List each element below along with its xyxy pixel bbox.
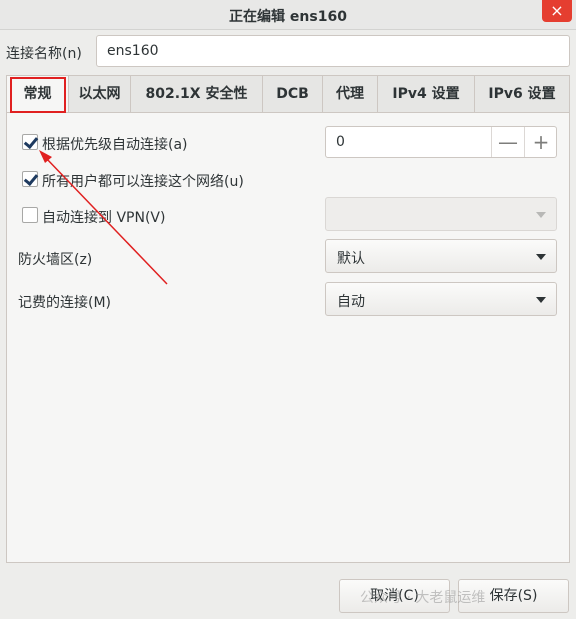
priority-value: 0: [336, 134, 345, 150]
tab-ethernet[interactable]: 以太网: [69, 76, 131, 112]
all-users-label: 所有用户都可以连接这个网络(u): [42, 174, 244, 190]
chevron-down-icon: [536, 254, 546, 260]
auto-connect-label: 根据优先级自动连接(a): [42, 137, 188, 153]
auto-vpn-label: 自动连接到 VPN(V): [42, 210, 166, 226]
tab-proxy[interactable]: 代理: [323, 76, 378, 112]
chevron-down-icon: [536, 212, 546, 218]
priority-spinbutton[interactable]: 0 — +: [325, 126, 557, 158]
auto-vpn-checkbox[interactable]: [22, 207, 38, 223]
chevron-down-icon: [536, 297, 546, 303]
firewall-zone-label: 防火墙区(z): [18, 252, 93, 268]
tab-ipv6-settings[interactable]: IPv6 设置: [475, 76, 569, 112]
connection-name-input[interactable]: ens160: [96, 35, 570, 67]
vpn-select: [325, 197, 557, 231]
save-button[interactable]: 保存(S): [458, 579, 569, 613]
increment-button[interactable]: +: [524, 127, 557, 157]
all-users-checkbox[interactable]: [22, 171, 38, 187]
cancel-button[interactable]: 取消(C): [339, 579, 450, 613]
window-titlebar: 正在编辑 ens160 ×: [0, 0, 576, 30]
tab-bar: 常规 以太网 802.1X 安全性 DCB 代理 IPv4 设置 IPv6 设置: [6, 75, 570, 113]
close-icon: ×: [550, 1, 564, 20]
metered-select[interactable]: 自动: [325, 282, 557, 316]
firewall-zone-select[interactable]: 默认: [325, 239, 557, 273]
tab-dcb[interactable]: DCB: [263, 76, 323, 112]
connection-name-label: 连接名称(n): [6, 46, 82, 62]
tab-general[interactable]: 常规: [7, 76, 69, 112]
tab-8021x-security[interactable]: 802.1X 安全性: [131, 76, 263, 112]
window-title: 正在编辑 ens160: [229, 9, 347, 25]
firewall-zone-value: 默认: [337, 251, 365, 267]
close-button[interactable]: ×: [542, 0, 572, 22]
metered-label: 记费的连接(M): [18, 295, 112, 311]
tab-ipv4-settings[interactable]: IPv4 设置: [378, 76, 475, 112]
auto-connect-checkbox[interactable]: [22, 134, 38, 150]
metered-value: 自动: [337, 294, 365, 310]
decrement-button[interactable]: —: [491, 127, 524, 157]
